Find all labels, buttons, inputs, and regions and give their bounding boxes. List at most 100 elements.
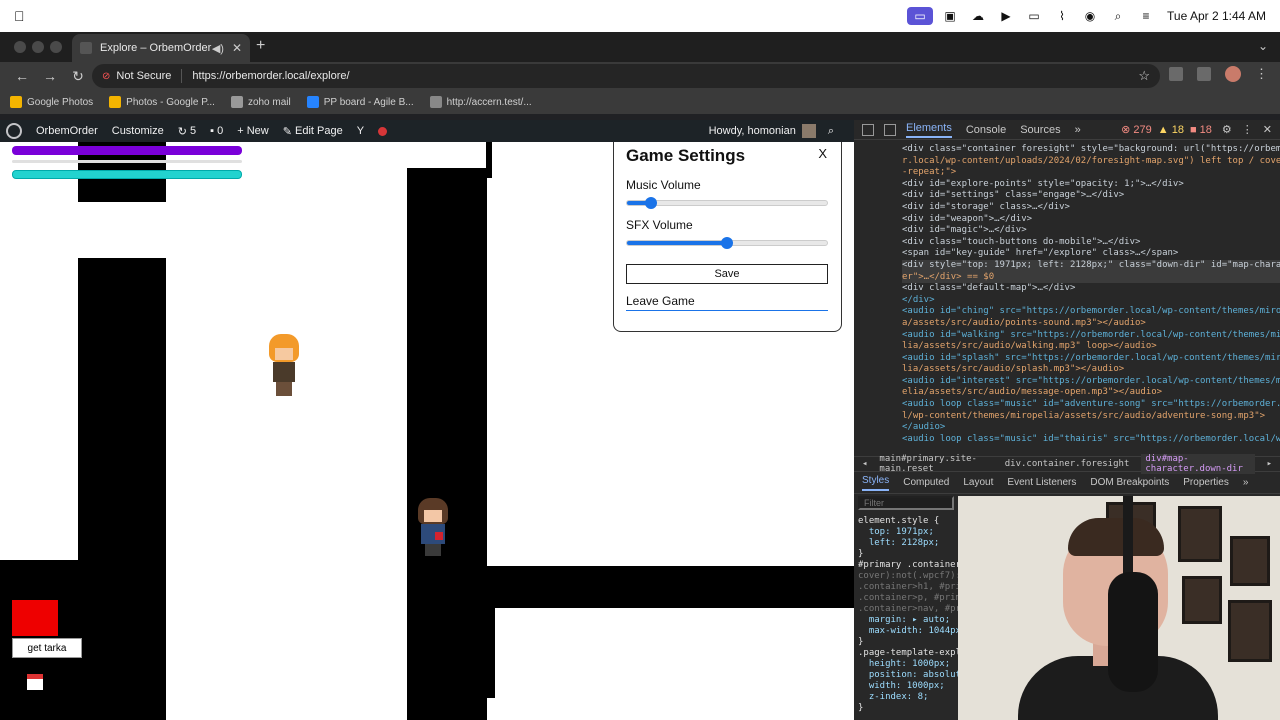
- dom-node-line[interactable]: <audio loop class="music" id="adventure-…: [902, 399, 1280, 411]
- battery-icon[interactable]: ▭: [1023, 7, 1045, 25]
- more-style-tabs-icon[interactable]: »: [1243, 477, 1249, 488]
- breadcrumb-item[interactable]: main#primary.site-main.reset: [879, 454, 992, 474]
- treasure-chest-icon[interactable]: [12, 664, 58, 700]
- yoast-icon[interactable]: Y: [357, 125, 364, 137]
- wp-edit-page[interactable]: ✎ Edit Page: [283, 125, 343, 138]
- issue-count[interactable]: ■ 18: [1190, 124, 1212, 136]
- breadcrumb-item-active[interactable]: div#map-character.down-dir: [1141, 454, 1255, 474]
- dom-node-line[interactable]: -repeat;">: [902, 167, 1280, 179]
- media-icon[interactable]: [1169, 67, 1183, 81]
- close-tab-icon[interactable]: ✕: [232, 41, 242, 55]
- dom-node-line[interactable]: <span id="key-guide" href="/explore" cla…: [902, 248, 1280, 260]
- save-settings-button[interactable]: Save: [626, 264, 828, 284]
- bookmark-item[interactable]: PP board - Agile B...: [306, 96, 414, 108]
- new-tab-button[interactable]: +: [256, 37, 265, 55]
- tab-properties[interactable]: Properties: [1183, 477, 1229, 488]
- address-bar[interactable]: ⊘ Not Secure https://orbemorder.local/ex…: [92, 64, 1160, 88]
- bookmark-star-icon[interactable]: ☆: [1138, 68, 1150, 84]
- dom-node-line[interactable]: <div id="magic">…</div>: [902, 225, 1280, 237]
- device-toolbar-icon[interactable]: [884, 123, 896, 136]
- dom-node-line[interactable]: <div id="explore-points" style="opacity:…: [902, 179, 1280, 191]
- dom-node-line[interactable]: <div id="storage" class>…</div>: [902, 202, 1280, 214]
- dom-node-line[interactable]: <div style="top: 1971px; left: 2128px;" …: [902, 259, 1280, 272]
- get-tarka-button[interactable]: get tarka: [12, 638, 82, 658]
- reload-icon[interactable]: ↻: [66, 68, 90, 85]
- screen-record-icon[interactable]: ▭: [907, 7, 934, 25]
- tab-search-icon[interactable]: ⌄: [1258, 39, 1268, 53]
- crumb-next-icon[interactable]: ▸: [1267, 459, 1272, 469]
- wp-new[interactable]: + New: [237, 125, 269, 137]
- error-count[interactable]: ⊗ 279: [1121, 123, 1152, 136]
- breadcrumb-item[interactable]: div.container.foresight: [1005, 459, 1130, 469]
- profile-avatar[interactable]: [1225, 66, 1241, 82]
- browser-tab-active[interactable]: Explore – OrbemOrder ◀) ✕: [72, 34, 250, 62]
- back-icon[interactable]: ←: [10, 68, 34, 84]
- dom-node-line[interactable]: </audio>: [902, 422, 1280, 434]
- menubar-clock[interactable]: Tue Apr 2 1:44 AM: [1167, 9, 1266, 23]
- dom-node-line[interactable]: <audio id="interest" src="https://orbemo…: [902, 376, 1280, 388]
- play-icon[interactable]: ▶: [995, 7, 1017, 25]
- dom-node-line[interactable]: <div class="default-map">…</div>: [902, 283, 1280, 295]
- control-center-icon[interactable]: ≡: [1135, 7, 1157, 25]
- more-tabs-icon[interactable]: »: [1075, 124, 1081, 136]
- not-secure-label[interactable]: Not Secure: [116, 70, 171, 82]
- search-icon[interactable]: ⌕: [1107, 7, 1129, 25]
- dom-node-line[interactable]: <audio id="splash" src="https://orbemord…: [902, 353, 1280, 365]
- inspect-element-icon[interactable]: [862, 123, 874, 136]
- close-settings-button[interactable]: X: [818, 146, 827, 161]
- tab-styles[interactable]: Styles: [862, 475, 890, 491]
- url-text[interactable]: https://orbemorder.local/explore/: [192, 70, 1138, 82]
- minimize-window-button[interactable]: [32, 41, 44, 53]
- devtools-tab-sources[interactable]: Sources: [1020, 124, 1060, 136]
- bookmark-item[interactable]: Google Photos: [10, 96, 93, 108]
- dom-node-line[interactable]: elia/assets/src/audio/message-open.mp3">…: [902, 387, 1280, 399]
- sfx-volume-handle[interactable]: [721, 237, 733, 249]
- dom-node-line[interactable]: <div id="settings" class="engage">…</div…: [902, 190, 1280, 202]
- bookmark-item[interactable]: zoho mail: [230, 96, 291, 108]
- dom-node-line[interactable]: <audio id="walking" src="https://orbemor…: [902, 330, 1280, 342]
- audio-playing-icon[interactable]: ◀): [212, 42, 224, 55]
- wp-updates[interactable]: ↻ 5: [178, 125, 196, 138]
- dom-node-line[interactable]: a/assets/src/audio/points-sound.mp3"></a…: [902, 318, 1280, 330]
- devtools-tab-console[interactable]: Console: [966, 124, 1006, 136]
- styles-filter-input[interactable]: [858, 496, 954, 510]
- cloud-status-icon[interactable]: ☁: [967, 7, 989, 25]
- wp-site-name[interactable]: OrbemOrder: [36, 125, 98, 137]
- music-volume-slider[interactable]: [626, 197, 828, 209]
- tab-computed[interactable]: Computed: [903, 477, 949, 488]
- devtools-menu-icon[interactable]: ⋮: [1242, 123, 1253, 136]
- devtools-tab-elements[interactable]: Elements: [906, 122, 952, 138]
- dom-node-line[interactable]: l/wp-content/themes/miropelia/assets/src…: [902, 411, 1280, 423]
- tab-event-listeners[interactable]: Event Listeners: [1007, 477, 1076, 488]
- leave-game-link[interactable]: Leave Game: [626, 294, 828, 311]
- wp-howdy[interactable]: Howdy, homonian: [709, 125, 796, 137]
- apple-menu-icon[interactable]: : [14, 8, 25, 24]
- wordpress-logo-icon[interactable]: [6, 123, 22, 139]
- user-icon[interactable]: ◉: [1079, 7, 1101, 25]
- dom-node-line[interactable]: lia/assets/src/audio/walking.mp3" loop><…: [902, 341, 1280, 353]
- crumb-prev-icon[interactable]: ◂: [862, 459, 867, 469]
- bookmark-item[interactable]: Photos - Google P...: [109, 96, 215, 108]
- dom-node-line[interactable]: <div id="weapon">…</div>: [902, 214, 1280, 226]
- warning-count[interactable]: ▲ 18: [1158, 124, 1184, 136]
- side-panel-icon[interactable]: [1197, 67, 1211, 81]
- dom-node-line[interactable]: <audio loop class="music" id="thairis" s…: [902, 434, 1280, 446]
- dom-tree[interactable]: <div class="container foresight" style="…: [854, 140, 1280, 456]
- tab-layout[interactable]: Layout: [963, 477, 993, 488]
- tab-dom-breakpoints[interactable]: DOM Breakpoints: [1090, 477, 1169, 488]
- player-character[interactable]: [415, 498, 451, 560]
- wp-comments[interactable]: ▪ 0: [210, 125, 223, 137]
- user-gravatar[interactable]: [801, 124, 816, 138]
- dom-node-line[interactable]: r.local/wp-content/uploads/2024/02/fores…: [902, 156, 1280, 168]
- wp-search-icon[interactable]: ⌕: [828, 125, 834, 138]
- dom-node-line[interactable]: lia/assets/src/audio/splash.mp3"></audio…: [902, 364, 1280, 376]
- browser-menu-icon[interactable]: ⋮: [1255, 66, 1268, 82]
- dom-node-line[interactable]: <div class="touch-buttons do-mobile">…</…: [902, 237, 1280, 249]
- forward-icon[interactable]: →: [38, 68, 62, 84]
- sfx-volume-slider[interactable]: [626, 237, 828, 249]
- game-canvas[interactable]: get tarka Game Settings X Music Volume S…: [0, 142, 854, 720]
- npc-character[interactable]: [266, 334, 302, 396]
- bookmark-item[interactable]: http://accern.test/...: [429, 96, 532, 108]
- dom-node-line[interactable]: </div>: [902, 295, 1280, 307]
- app-status-icon[interactable]: ▣: [939, 7, 961, 25]
